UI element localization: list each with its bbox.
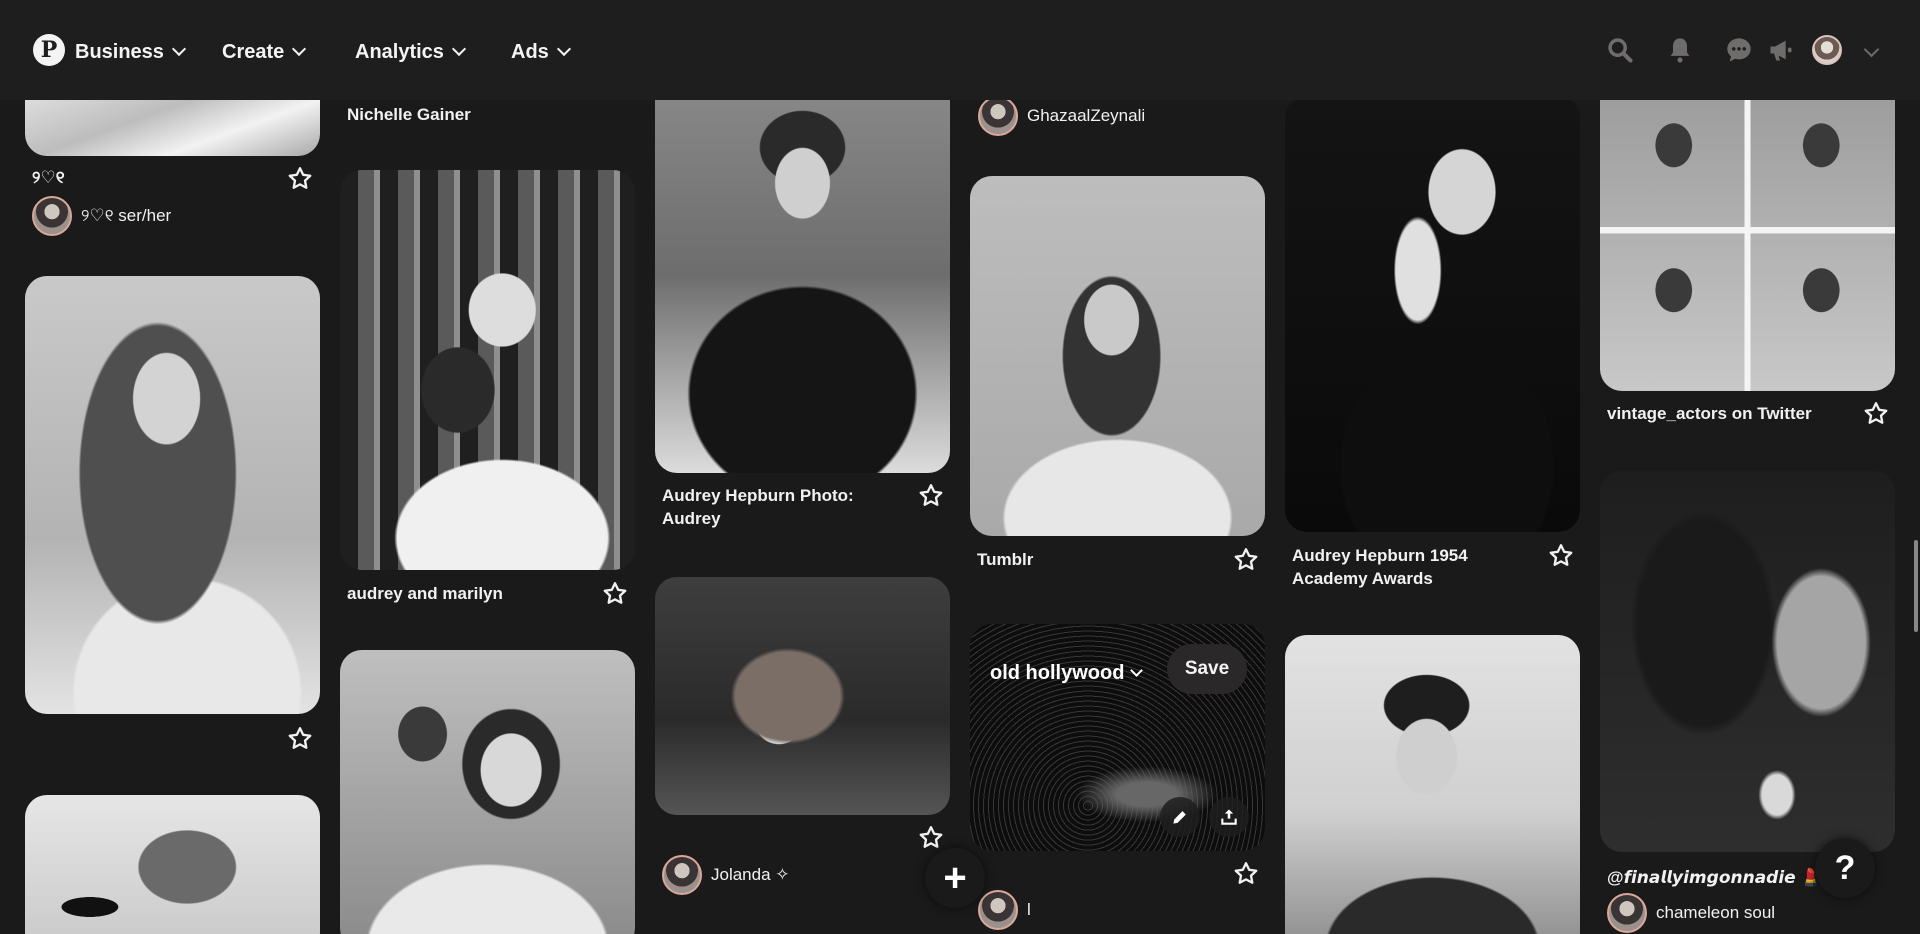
star-icon[interactable]	[286, 165, 314, 193]
nav-business-label: Business	[75, 40, 164, 63]
photo	[655, 577, 950, 815]
pin-image[interactable]	[25, 795, 320, 934]
help-button[interactable]: ?	[1815, 838, 1875, 898]
star-icon[interactable]	[1862, 400, 1890, 428]
bell-icon[interactable]	[1663, 33, 1697, 67]
board-name: old hollywood	[990, 662, 1125, 684]
star-icon[interactable]	[1547, 542, 1575, 570]
pin-creator[interactable]: l	[978, 890, 1031, 930]
photo	[340, 650, 635, 934]
chevron-down-icon	[1130, 664, 1144, 677]
pin-title[interactable]: @𝙛𝙞𝙣𝙖𝙡𝙡𝙮𝙞𝙢𝙜𝙤𝙣𝙣𝙖𝙙𝙞𝙚 💄🦢	[1607, 866, 1847, 889]
pin-image-hovered[interactable]: old hollywood Save	[970, 624, 1265, 851]
photo	[340, 170, 635, 570]
nav-business[interactable]: Business	[75, 38, 187, 66]
pin-creator[interactable]: GhazaalZeynali	[978, 96, 1145, 136]
star-icon[interactable]	[1232, 546, 1260, 574]
pin-creator[interactable]: Jolanda ✧	[662, 855, 790, 895]
pin-creator[interactable]: ୨♡୧ ser/her	[32, 196, 171, 236]
nav-ads-label: Ads	[511, 40, 549, 63]
creator-avatar	[978, 96, 1018, 136]
creator-name: Jolanda ✧	[711, 865, 790, 884]
pin-image[interactable]	[655, 577, 950, 815]
pin-title[interactable]: Tumblr	[977, 548, 1033, 571]
photo	[655, 76, 950, 473]
pin-image[interactable]	[1285, 96, 1580, 532]
photo	[970, 176, 1265, 536]
search-icon[interactable]	[1603, 33, 1637, 67]
pin-title[interactable]: Audrey Hepburn 1954 Academy Awards	[1292, 544, 1532, 590]
photo	[1600, 76, 1895, 391]
pin-image[interactable]	[1285, 635, 1580, 934]
chat-icon[interactable]	[1722, 33, 1756, 67]
creator-name: l	[1027, 900, 1031, 919]
creator-name: chameleon soul	[1656, 903, 1776, 922]
nav-create-label: Create	[222, 40, 285, 63]
scrollbar-thumb[interactable]	[1914, 540, 1918, 632]
photo	[1285, 96, 1580, 532]
save-button[interactable]: Save	[1167, 644, 1247, 694]
star-icon[interactable]	[917, 824, 945, 852]
top-navigation: P Business Create Analytics Ads	[0, 0, 1920, 100]
chevron-down-icon	[292, 41, 307, 57]
pin-title[interactable]: Nichelle Gainer	[347, 103, 471, 126]
creator-name: GhazaalZeynali	[1027, 106, 1146, 125]
creator-avatar	[662, 855, 702, 895]
pin-image[interactable]	[1600, 471, 1895, 852]
creator-name: ୨♡୧ ser/her	[81, 206, 172, 225]
edit-button[interactable]	[1160, 797, 1200, 837]
share-button[interactable]	[1209, 797, 1249, 837]
nav-ads[interactable]: Ads	[511, 38, 571, 66]
pin-image[interactable]	[970, 176, 1265, 536]
pin-title[interactable]: audrey and marilyn	[347, 582, 503, 605]
star-icon[interactable]	[917, 482, 945, 510]
photo	[1285, 635, 1580, 934]
add-pin-button[interactable]: +	[925, 848, 985, 908]
chevron-down-icon	[556, 41, 571, 57]
pin-image[interactable]	[1600, 76, 1895, 391]
pin-title[interactable]: Audrey Hepburn Photo: Audrey	[662, 484, 902, 530]
pin-image[interactable]	[25, 276, 320, 714]
nav-analytics[interactable]: Analytics	[355, 38, 467, 66]
chevron-down-icon	[171, 41, 187, 57]
profile-avatar[interactable]	[1812, 35, 1842, 65]
creator-avatar	[978, 890, 1018, 930]
creator-avatar	[32, 196, 72, 236]
star-icon[interactable]	[1232, 860, 1260, 888]
star-icon[interactable]	[286, 725, 314, 753]
photo	[25, 795, 320, 934]
megaphone-icon[interactable]	[1764, 33, 1798, 67]
pencil-icon	[1173, 811, 1186, 824]
creator-avatar	[1607, 893, 1647, 933]
pin-image[interactable]	[340, 650, 635, 934]
pin-creator[interactable]: chameleon soul	[1607, 893, 1775, 933]
nav-analytics-label: Analytics	[355, 40, 444, 63]
pin-title[interactable]: ୨♡୧	[32, 166, 65, 189]
nav-create[interactable]: Create	[222, 38, 307, 66]
star-icon[interactable]	[601, 580, 629, 608]
photo	[25, 276, 320, 714]
pinterest-logo-icon[interactable]: P	[33, 34, 65, 66]
pin-title[interactable]: vintage_actors on Twitter	[1607, 402, 1812, 425]
chevron-down-icon	[451, 41, 467, 57]
board-select[interactable]: old hollywood	[990, 662, 1144, 685]
pin-image[interactable]	[655, 76, 950, 473]
account-chevron-down-icon[interactable]	[1863, 41, 1880, 58]
pin-image[interactable]	[340, 170, 635, 570]
photo	[1600, 471, 1895, 852]
upload-icon	[1221, 809, 1237, 825]
